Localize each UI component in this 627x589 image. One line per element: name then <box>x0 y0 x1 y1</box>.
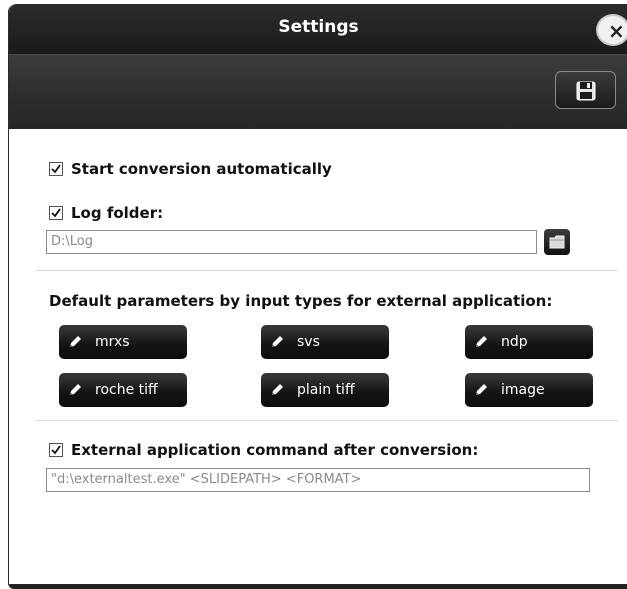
plain-tiff-button[interactable]: plain tiff <box>261 373 389 407</box>
dialog-bottom-edge <box>9 584 627 589</box>
pencil-icon <box>70 384 81 395</box>
pencil-icon <box>272 336 283 347</box>
pencil-icon <box>476 336 487 347</box>
roche-tiff-label: roche tiff <box>95 382 158 398</box>
svs-button[interactable]: svs <box>261 325 389 359</box>
log-folder-checkbox[interactable] <box>49 206 63 220</box>
auto-convert-row: Start conversion automatically <box>49 160 332 178</box>
close-icon: × <box>608 19 625 43</box>
pencil-icon <box>476 384 487 395</box>
default-parameters-label: Default parameters by input types for ex… <box>49 292 553 310</box>
title-bar: Settings × <box>9 4 627 54</box>
auto-convert-checkbox[interactable] <box>49 162 63 176</box>
external-command-checkbox[interactable] <box>49 443 63 457</box>
save-button[interactable] <box>555 71 616 109</box>
settings-dialog: Settings × Start conversion automaticall… <box>8 4 627 589</box>
ndp-button[interactable]: ndp <box>465 325 593 359</box>
external-command-row: External application command after conve… <box>49 441 478 459</box>
checkmark-icon <box>51 445 61 455</box>
log-folder-input[interactable]: D:\Log <box>46 230 537 254</box>
checkmark-icon <box>51 208 61 218</box>
external-command-input[interactable]: "d:\externaltest.exe" <SLIDEPATH> <FORMA… <box>46 468 590 492</box>
folder-icon <box>549 235 565 249</box>
log-folder-row: Log folder: <box>49 204 163 222</box>
pencil-icon <box>70 336 81 347</box>
pencil-icon <box>272 384 283 395</box>
dialog-title: Settings <box>278 17 359 37</box>
close-button[interactable]: × <box>596 14 627 46</box>
checkmark-icon <box>51 164 61 174</box>
floppy-disk-icon <box>576 81 596 101</box>
toolbar <box>9 54 627 129</box>
divider <box>35 420 618 421</box>
image-button[interactable]: image <box>465 373 593 407</box>
mrxs-label: mrxs <box>95 334 130 350</box>
divider <box>35 270 618 271</box>
browse-folder-button[interactable] <box>544 229 570 255</box>
ndp-label: ndp <box>501 334 528 350</box>
mrxs-button[interactable]: mrxs <box>59 325 187 359</box>
log-folder-label: Log folder: <box>71 204 164 222</box>
auto-convert-label: Start conversion automatically <box>71 160 332 178</box>
plain-tiff-label: plain tiff <box>297 382 355 398</box>
roche-tiff-button[interactable]: roche tiff <box>59 373 187 407</box>
image-label: image <box>501 382 545 398</box>
external-command-label: External application command after conve… <box>71 441 479 459</box>
svs-label: svs <box>297 334 320 350</box>
